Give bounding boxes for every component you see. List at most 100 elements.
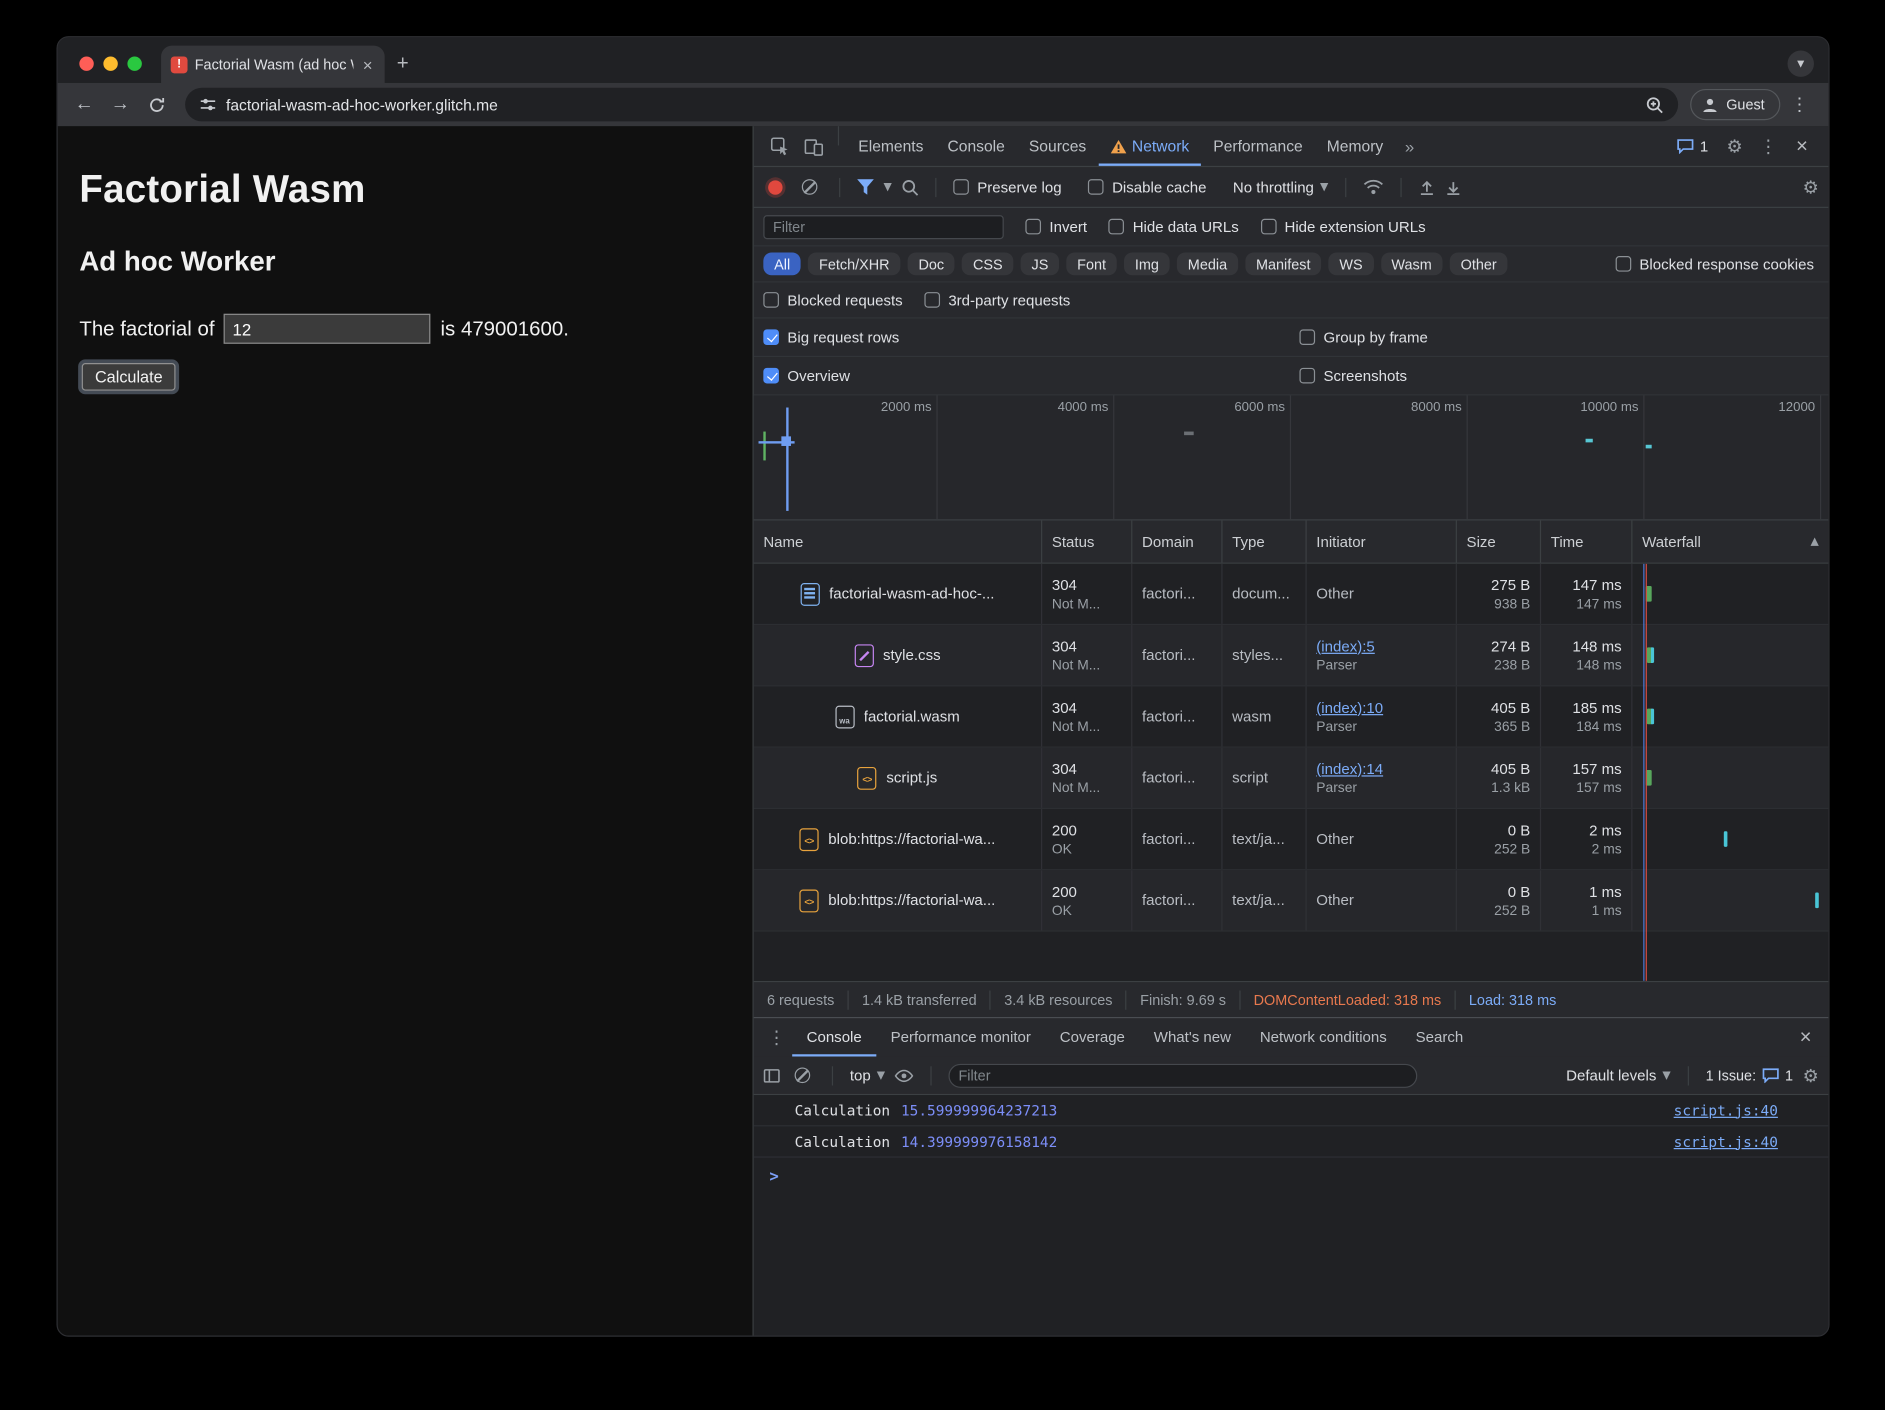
initiator-link[interactable]: (index):14 — [1316, 760, 1446, 777]
column-type[interactable]: Type — [1223, 521, 1307, 563]
record-button[interactable] — [768, 180, 782, 194]
group-by-frame-checkbox[interactable]: Group by frame — [1299, 329, 1818, 346]
chip-manifest[interactable]: Manifest — [1245, 252, 1321, 275]
initiator-link[interactable]: (index):5 — [1316, 638, 1446, 655]
blocked-response-cookies-checkbox[interactable]: Blocked response cookies — [1615, 255, 1818, 272]
console-prompt[interactable]: > — [754, 1168, 1829, 1186]
clear-network-icon[interactable] — [802, 179, 818, 195]
calculate-button[interactable]: Calculate — [82, 363, 176, 391]
console-filter-input[interactable] — [949, 1063, 1418, 1087]
request-row[interactable]: factorial-wasm-ad-hoc-... 304Not M... fa… — [754, 564, 1829, 625]
hide-data-urls-checkbox[interactable]: Hide data URLs — [1109, 218, 1239, 235]
drawer-tab-search[interactable]: Search — [1401, 1018, 1477, 1056]
drawer-tab-network-conditions[interactable]: Network conditions — [1245, 1018, 1401, 1056]
network-overview-timeline[interactable]: 2000 ms 4000 ms 6000 ms 8000 ms 10000 ms… — [754, 395, 1829, 520]
close-tab-icon[interactable]: × — [360, 55, 375, 74]
drawer-tab-performance-monitor[interactable]: Performance monitor — [876, 1018, 1045, 1056]
address-bar[interactable]: factorial-wasm-ad-hoc-worker.glitch.me — [185, 88, 1678, 122]
devtools-menu-icon[interactable]: ⋮ — [1751, 126, 1785, 166]
more-tabs-icon[interactable]: » — [1395, 126, 1424, 166]
close-devtools-icon[interactable]: × — [1785, 126, 1819, 166]
tab-console[interactable]: Console — [935, 126, 1016, 166]
chip-css[interactable]: CSS — [962, 252, 1013, 275]
request-row[interactable]: blob:https://factorial-wa... 200OK facto… — [754, 809, 1829, 870]
column-domain[interactable]: Domain — [1132, 521, 1222, 563]
network-settings-icon[interactable]: ⚙ — [1803, 176, 1819, 198]
zoom-icon[interactable] — [1646, 96, 1664, 114]
blocked-requests-checkbox[interactable]: Blocked requests — [763, 292, 902, 309]
hide-extension-urls-checkbox[interactable]: Hide extension URLs — [1260, 218, 1425, 235]
search-icon[interactable] — [901, 179, 918, 196]
tab-elements[interactable]: Elements — [846, 126, 935, 166]
throttling-select[interactable]: No throttling▼ — [1233, 179, 1328, 196]
import-har-icon[interactable] — [1418, 179, 1435, 196]
issues-link[interactable]: 1 Issue: 1 — [1706, 1067, 1793, 1084]
column-status[interactable]: Status — [1042, 521, 1132, 563]
request-row[interactable]: style.css 304Not M... factori... styles.… — [754, 625, 1829, 686]
filter-icon[interactable] — [857, 179, 874, 195]
network-filter-input[interactable] — [763, 215, 1003, 239]
console-sidebar-icon[interactable] — [763, 1068, 780, 1082]
new-tab-button[interactable]: + — [385, 52, 423, 83]
console-settings-icon[interactable]: ⚙ — [1803, 1064, 1819, 1086]
source-link[interactable]: script.js:40 — [1674, 1133, 1778, 1150]
fullscreen-window-button[interactable] — [127, 56, 141, 70]
log-levels-select[interactable]: Default levels▼ — [1566, 1067, 1671, 1084]
issues-counter[interactable]: 1 — [1667, 126, 1717, 166]
network-conditions-icon[interactable] — [1363, 179, 1383, 195]
back-button[interactable]: ← — [67, 88, 101, 122]
column-size[interactable]: Size — [1457, 521, 1541, 563]
overview-checkbox[interactable]: Overview — [763, 367, 1299, 384]
drawer-tab-whats-new[interactable]: What's new — [1139, 1018, 1245, 1056]
request-row[interactable]: factorial.wasm 304Not M... factori... wa… — [754, 686, 1829, 747]
chip-media[interactable]: Media — [1177, 252, 1238, 275]
devtools-settings-icon[interactable]: ⚙ — [1718, 126, 1752, 166]
execution-context-select[interactable]: top▼ — [850, 1067, 885, 1084]
browser-menu-icon[interactable]: ⋮ — [1783, 88, 1817, 122]
eye-icon[interactable] — [895, 1068, 914, 1082]
chip-img[interactable]: Img — [1124, 252, 1170, 275]
clear-console-icon[interactable] — [795, 1067, 811, 1083]
column-waterfall[interactable]: Waterfall ▲ — [1632, 521, 1828, 563]
tab-memory[interactable]: Memory — [1315, 126, 1395, 166]
drawer-tab-coverage[interactable]: Coverage — [1045, 1018, 1139, 1056]
source-link[interactable]: script.js:40 — [1674, 1102, 1778, 1119]
chip-fetch-xhr[interactable]: Fetch/XHR — [808, 252, 900, 275]
minimize-window-button[interactable] — [103, 56, 117, 70]
drawer-menu-icon[interactable]: ⋮ — [761, 1018, 792, 1056]
tab-performance[interactable]: Performance — [1201, 126, 1315, 166]
big-request-rows-checkbox[interactable]: Big request rows — [763, 329, 1299, 346]
site-info-icon[interactable] — [200, 96, 217, 113]
column-time[interactable]: Time — [1541, 521, 1632, 563]
column-name[interactable]: Name — [754, 521, 1043, 563]
chip-doc[interactable]: Doc — [908, 252, 955, 275]
invert-checkbox[interactable]: Invert — [1025, 218, 1087, 235]
chip-ws[interactable]: WS — [1329, 252, 1374, 275]
chip-js[interactable]: JS — [1021, 252, 1059, 275]
tab-search-icon[interactable]: ▼ — [1788, 50, 1814, 76]
chip-other[interactable]: Other — [1450, 252, 1508, 275]
third-party-requests-checkbox[interactable]: 3rd-party requests — [924, 292, 1070, 309]
reload-button[interactable] — [139, 88, 173, 122]
close-drawer-icon[interactable]: × — [1790, 1018, 1821, 1056]
chip-wasm[interactable]: Wasm — [1381, 252, 1443, 275]
inspect-icon[interactable] — [763, 126, 797, 166]
factorial-input[interactable] — [224, 314, 431, 344]
request-row[interactable]: blob:https://factorial-wa... 200OK facto… — [754, 870, 1829, 931]
forward-button[interactable]: → — [103, 88, 137, 122]
chip-font[interactable]: Font — [1066, 252, 1117, 275]
disable-cache-checkbox[interactable]: Disable cache — [1088, 179, 1206, 196]
column-initiator[interactable]: Initiator — [1307, 521, 1457, 563]
filter-caret-icon[interactable]: ▼ — [884, 181, 892, 193]
screenshots-checkbox[interactable]: Screenshots — [1299, 367, 1818, 384]
profile-button[interactable]: Guest — [1690, 89, 1780, 120]
browser-tab[interactable]: ! Factorial Wasm (ad hoc Work × — [161, 46, 385, 83]
request-row[interactable]: script.js 304Not M... factori... script … — [754, 748, 1829, 809]
initiator-link[interactable]: (index):10 — [1316, 699, 1446, 716]
chip-all[interactable]: All — [763, 252, 801, 275]
preserve-log-checkbox[interactable]: Preserve log — [953, 179, 1061, 196]
drawer-tab-console[interactable]: Console — [792, 1018, 876, 1056]
close-window-button[interactable] — [79, 56, 93, 70]
tab-sources[interactable]: Sources — [1017, 126, 1098, 166]
export-har-icon[interactable] — [1445, 179, 1462, 196]
